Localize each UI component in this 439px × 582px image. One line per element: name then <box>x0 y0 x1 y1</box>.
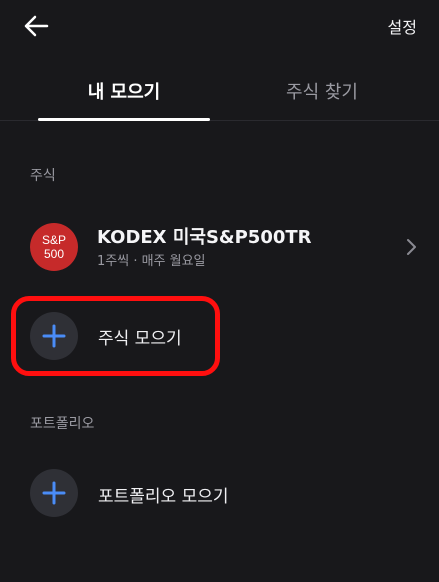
add-portfolio-plus-button[interactable] <box>30 469 78 517</box>
plus-icon <box>42 481 66 505</box>
plus-icon <box>42 324 66 348</box>
stocks-section-label: 주식 <box>30 168 56 184</box>
stock-schedule: 1주씩 · 매주 월요일 <box>97 254 206 269</box>
stock-list-item[interactable]: S&P 500 KODEX 미국S&P500TR 1주씩 · 매주 월요일 <box>0 210 439 286</box>
portfolio-section-label: 포트폴리오 <box>30 416 95 432</box>
logo-text-top: S&P <box>41 233 66 247</box>
settings-button[interactable]: 설정 <box>388 14 417 38</box>
sp500-logo: S&P 500 <box>30 223 78 271</box>
add-stock-label: 주식 모으기 <box>98 329 182 349</box>
tab-bar: 내 모으기 주식 찾기 <box>0 62 439 121</box>
add-stock-plus-button[interactable] <box>30 312 78 360</box>
stock-name: KODEX 미국S&P500TR <box>97 227 312 248</box>
logo-text-bottom: 500 <box>43 247 65 261</box>
top-bar: 설정 <box>0 0 439 52</box>
tab-find-stocks[interactable]: 주식 찾기 <box>236 62 408 120</box>
add-portfolio-saving-button[interactable]: 포트폴리오 모으기 <box>0 453 439 533</box>
arrow-left-icon <box>24 15 49 37</box>
chevron-right-icon <box>407 239 416 255</box>
tab-my-savings[interactable]: 내 모으기 <box>38 62 210 121</box>
add-portfolio-label: 포트폴리오 모으기 <box>98 487 229 507</box>
add-stock-saving-button[interactable]: 주식 모으기 <box>0 296 439 376</box>
back-button[interactable] <box>16 8 56 44</box>
